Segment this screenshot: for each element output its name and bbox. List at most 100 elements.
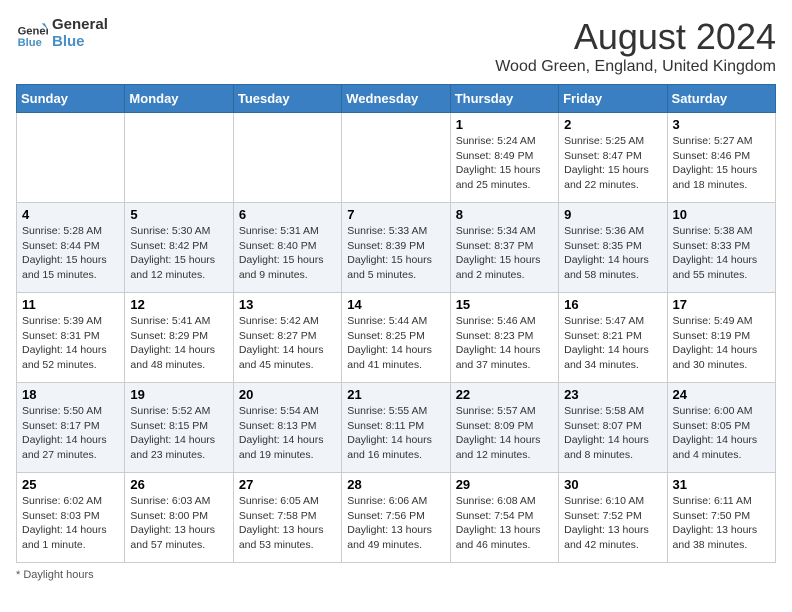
svg-text:Blue: Blue (18, 37, 42, 49)
header-day: Wednesday (342, 85, 450, 113)
day-number: 4 (22, 207, 119, 222)
calendar-cell: 7 Sunrise: 5:33 AM Sunset: 8:39 PM Daylig… (342, 203, 450, 293)
day-number: 28 (347, 477, 444, 492)
calendar-cell: 27Sunrise: 6:05 AM Sunset: 7:58 PM Dayli… (233, 473, 341, 563)
day-number: 15 (456, 297, 553, 312)
calendar-cell: 17 Sunrise: 5:49 AM Sunset: 8:19 PM Dayli… (667, 293, 775, 383)
day-number: 13 (239, 297, 336, 312)
logo: General Blue General Blue (16, 16, 108, 50)
calendar-cell (233, 113, 341, 203)
cell-text: Sunrise: 5:38 AM Sunset: 8:33 PM Dayligh… (673, 224, 770, 283)
cell-text: Sunrise: 5:27 AM Sunset: 8:46 PM Dayligh… (673, 134, 770, 193)
cell-text: Sunrise: 6:05 AM Sunset: 7:58 PM Dayligh… (239, 494, 336, 553)
calendar-table: SundayMondayTuesdayWednesdayThursdayFrid… (16, 84, 776, 563)
day-number: 25 (22, 477, 119, 492)
calendar-cell: 29 Sunrise: 6:08 AM Sunset: 7:54 PM Dayli… (450, 473, 558, 563)
day-number: 17 (673, 297, 770, 312)
day-number: 10 (673, 207, 770, 222)
header-day: Friday (559, 85, 667, 113)
calendar-cell: 14 Sunrise: 5:44 AM Sunset: 8:25 PM Dayli… (342, 293, 450, 383)
calendar-week: 1Sunrise: 5:24 AM Sunset: 8:49 PM Daylig… (17, 113, 776, 203)
header-day: Tuesday (233, 85, 341, 113)
calendar-cell: 24Sunrise: 6:00 AM Sunset: 8:05 PM Dayli… (667, 383, 775, 473)
calendar-cell: 25 Sunrise: 6:02 AM Sunset: 8:03 PM Dayli… (17, 473, 125, 563)
header-day: Thursday (450, 85, 558, 113)
legend: * Daylight hours (16, 569, 776, 581)
calendar-cell: 22 Sunrise: 5:57 AM Sunset: 8:09 PM Dayli… (450, 383, 558, 473)
cell-text: Sunrise: 5:34 AM Sunset: 8:37 PM Dayligh… (456, 224, 553, 283)
title-block: August 2024 Wood Green, England, United … (495, 16, 776, 76)
day-number: 22 (456, 387, 553, 402)
day-number: 21 (347, 387, 444, 402)
calendar-header: SundayMondayTuesdayWednesdayThursdayFrid… (17, 85, 776, 113)
calendar-body: 1Sunrise: 5:24 AM Sunset: 8:49 PM Daylig… (17, 113, 776, 563)
header-day: Monday (125, 85, 233, 113)
cell-text: Sunrise: 5:54 AM Sunset: 8:13 PM Dayligh… (239, 404, 336, 463)
cell-text: Sunrise: 5:44 AM Sunset: 8:25 PM Dayligh… (347, 314, 444, 373)
cell-text: Sunrise: 5:52 AM Sunset: 8:15 PM Dayligh… (130, 404, 227, 463)
cell-text: Sunrise: 6:02 AM Sunset: 8:03 PM Dayligh… (22, 494, 119, 553)
calendar-week: 4 Sunrise: 5:28 AM Sunset: 8:44 PM Daylig… (17, 203, 776, 293)
calendar-cell: 15 Sunrise: 5:46 AM Sunset: 8:23 PM Dayli… (450, 293, 558, 383)
legend-text: Daylight hours (23, 569, 93, 581)
cell-text: Sunrise: 5:46 AM Sunset: 8:23 PM Dayligh… (456, 314, 553, 373)
calendar-cell: 5Sunrise: 5:30 AM Sunset: 8:42 PM Daylig… (125, 203, 233, 293)
calendar-cell: 26Sunrise: 6:03 AM Sunset: 8:00 PM Dayli… (125, 473, 233, 563)
day-number: 3 (673, 117, 770, 132)
cell-text: Sunrise: 5:41 AM Sunset: 8:29 PM Dayligh… (130, 314, 227, 373)
cell-text: Sunrise: 5:55 AM Sunset: 8:11 PM Dayligh… (347, 404, 444, 463)
calendar-cell: 6Sunrise: 5:31 AM Sunset: 8:40 PM Daylig… (233, 203, 341, 293)
day-number: 26 (130, 477, 227, 492)
cell-text: Sunrise: 5:31 AM Sunset: 8:40 PM Dayligh… (239, 224, 336, 283)
day-number: 23 (564, 387, 661, 402)
day-number: 7 (347, 207, 444, 222)
cell-text: Sunrise: 5:25 AM Sunset: 8:47 PM Dayligh… (564, 134, 661, 193)
day-number: 12 (130, 297, 227, 312)
calendar-cell: 2 Sunrise: 5:25 AM Sunset: 8:47 PM Daylig… (559, 113, 667, 203)
day-number: 30 (564, 477, 661, 492)
calendar-cell (17, 113, 125, 203)
cell-text: Sunrise: 5:28 AM Sunset: 8:44 PM Dayligh… (22, 224, 119, 283)
cell-text: Sunrise: 5:30 AM Sunset: 8:42 PM Dayligh… (130, 224, 227, 283)
svg-text:General: General (18, 26, 48, 38)
calendar-title: August 2024 (495, 16, 776, 58)
calendar-cell: 20 Sunrise: 5:54 AM Sunset: 8:13 PM Dayli… (233, 383, 341, 473)
day-number: 9 (564, 207, 661, 222)
calendar-cell: 23 Sunrise: 5:58 AM Sunset: 8:07 PM Dayli… (559, 383, 667, 473)
calendar-subtitle: Wood Green, England, United Kingdom (495, 58, 776, 76)
cell-text: Sunrise: 5:33 AM Sunset: 8:39 PM Dayligh… (347, 224, 444, 283)
calendar-cell (342, 113, 450, 203)
calendar-cell: 4 Sunrise: 5:28 AM Sunset: 8:44 PM Daylig… (17, 203, 125, 293)
calendar-cell: 8 Sunrise: 5:34 AM Sunset: 8:37 PM Daylig… (450, 203, 558, 293)
cell-text: Sunrise: 6:10 AM Sunset: 7:52 PM Dayligh… (564, 494, 661, 553)
cell-text: Sunrise: 5:49 AM Sunset: 8:19 PM Dayligh… (673, 314, 770, 373)
cell-text: Sunrise: 6:11 AM Sunset: 7:50 PM Dayligh… (673, 494, 770, 553)
header-day: Saturday (667, 85, 775, 113)
cell-text: Sunrise: 5:50 AM Sunset: 8:17 PM Dayligh… (22, 404, 119, 463)
calendar-cell: 16 Sunrise: 5:47 AM Sunset: 8:21 PM Dayli… (559, 293, 667, 383)
calendar-cell: 10 Sunrise: 5:38 AM Sunset: 8:33 PM Dayli… (667, 203, 775, 293)
day-number: 18 (22, 387, 119, 402)
calendar-week: 25 Sunrise: 6:02 AM Sunset: 8:03 PM Dayli… (17, 473, 776, 563)
page-header: General Blue General Blue August 2024 Wo… (16, 16, 776, 76)
day-number: 16 (564, 297, 661, 312)
calendar-cell: 3 Sunrise: 5:27 AM Sunset: 8:46 PM Daylig… (667, 113, 775, 203)
calendar-cell: 28Sunrise: 6:06 AM Sunset: 7:56 PM Dayli… (342, 473, 450, 563)
calendar-cell: 12 Sunrise: 5:41 AM Sunset: 8:29 PM Dayli… (125, 293, 233, 383)
day-number: 1 (456, 117, 553, 132)
day-number: 2 (564, 117, 661, 132)
cell-text: Sunrise: 5:57 AM Sunset: 8:09 PM Dayligh… (456, 404, 553, 463)
cell-text: Sunrise: 6:00 AM Sunset: 8:05 PM Dayligh… (673, 404, 770, 463)
logo-line1: General (52, 16, 108, 33)
day-number: 31 (673, 477, 770, 492)
cell-text: Sunrise: 5:36 AM Sunset: 8:35 PM Dayligh… (564, 224, 661, 283)
day-number: 14 (347, 297, 444, 312)
day-number: 29 (456, 477, 553, 492)
cell-text: Sunrise: 5:47 AM Sunset: 8:21 PM Dayligh… (564, 314, 661, 373)
calendar-week: 11Sunrise: 5:39 AM Sunset: 8:31 PM Dayli… (17, 293, 776, 383)
day-number: 20 (239, 387, 336, 402)
cell-text: Sunrise: 6:08 AM Sunset: 7:54 PM Dayligh… (456, 494, 553, 553)
cell-text: Sunrise: 5:58 AM Sunset: 8:07 PM Dayligh… (564, 404, 661, 463)
day-number: 8 (456, 207, 553, 222)
calendar-cell: 18 Sunrise: 5:50 AM Sunset: 8:17 PM Dayli… (17, 383, 125, 473)
